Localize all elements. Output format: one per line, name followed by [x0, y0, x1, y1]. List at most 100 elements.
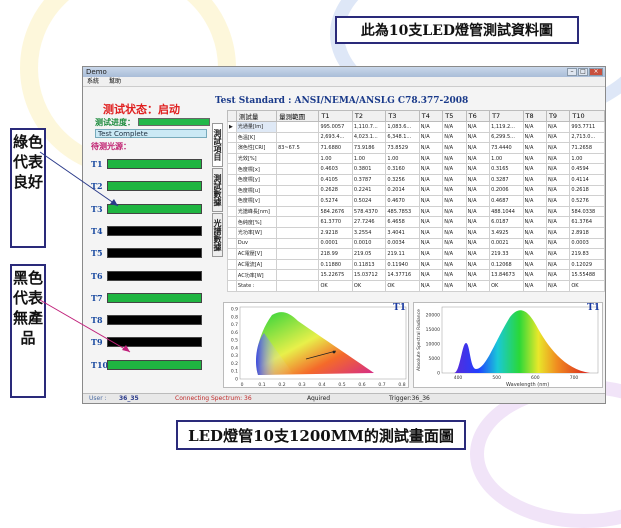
menu-system[interactable]: 系統 [87, 78, 99, 85]
table-cell [227, 269, 237, 281]
tube-label: T8 [91, 315, 103, 326]
table-cell: ▶ [227, 121, 237, 133]
table-cell: N/A [522, 248, 547, 260]
status-user-label: User : [89, 395, 107, 402]
table-row[interactable]: AC功率[W] 15.22675 15.03712 14.37716 N/A N/A N/A… [227, 269, 605, 281]
close-button[interactable]: × [589, 68, 603, 76]
table-row[interactable]: 色度標[x] 0.4603 0.3801 0.3160 N/A N/A N/A 0.3165 N… [227, 163, 605, 175]
tab-spectrum-data[interactable]: 光譜數據 [212, 213, 223, 257]
table-cell: N/A [418, 248, 444, 260]
tube-row-t5: T5 [91, 246, 202, 260]
table-cell: N/A [545, 163, 571, 175]
table-header-cell[interactable]: T7 [489, 110, 524, 122]
table-cell [227, 279, 237, 292]
spectrum-xlabel: Wavelength (nm) [506, 382, 549, 388]
table-cell: N/A [442, 269, 467, 281]
table-cell: N/A [465, 258, 491, 271]
table-cell: 0.3287 [489, 173, 524, 186]
tick-label: 0 [241, 382, 244, 388]
table-row[interactable]: AC電流[A] 0.11880 0.11813 0.11940 N/A N/A N/A 0.1… [227, 258, 605, 271]
table-header-cell[interactable]: T4 [418, 110, 444, 122]
table-cell: 2.9218 [318, 226, 353, 239]
table-header-cell[interactable]: 测試量 [235, 110, 278, 122]
table-cell: N/A [522, 121, 547, 133]
minimize-button[interactable]: – [567, 68, 577, 76]
table-cell [276, 216, 320, 228]
tick-label: 0.5 [338, 382, 345, 388]
table-cell: N/A [522, 195, 547, 207]
status-connecting: Connecting Spectrum: 36 [175, 395, 252, 402]
tube-indicator-good [107, 159, 202, 169]
table-cell: N/A [465, 195, 491, 207]
table-row[interactable]: 色純度[%] 61.3770 27.7246 6.4658 N/A N/A N/A 6.018… [227, 216, 605, 228]
table-cell: 0.3787 [351, 173, 387, 186]
table-row[interactable]: 演色性[CRI] 83~67.5 71.6880 73.9186 73.8529 N/A N… [227, 142, 605, 154]
table-header-cell[interactable]: T3 [385, 110, 420, 122]
table-cell: N/A [465, 152, 491, 165]
tube-label: T6 [91, 270, 103, 281]
table-cell: 73.9186 [351, 142, 387, 154]
note-green-good: 綠色代表良好 [10, 128, 46, 248]
table-cell: N/A [465, 184, 491, 197]
table-cell: 6.4658 [385, 216, 420, 228]
table-row[interactable]: AC電壓[V] 218.99 219.05 219.11 N/A N/A N/A 219.33… [227, 248, 605, 260]
table-cell: Duv [235, 237, 278, 250]
table-cell: OK [569, 279, 605, 292]
table-cell: 0.12068 [489, 258, 524, 271]
table-header-cell[interactable]: T9 [545, 110, 571, 122]
table-cell [276, 163, 320, 175]
table-cell: OK [318, 279, 353, 292]
table-cell: 0.11880 [318, 258, 353, 271]
table-row[interactable]: Duv 0.0001 0.0010 0.0034 N/A N/A N/A 0.0021 N/A N… [227, 237, 605, 250]
table-row[interactable]: 色度標[y] 0.4105 0.3787 0.3256 N/A N/A N/A 0.3287 N… [227, 173, 605, 186]
table-header-cell[interactable]: T8 [522, 110, 547, 122]
table-row[interactable]: 光譜峰長[nm] 584.2676 578.4370 485.7853 N/A N/A N/… [227, 205, 605, 218]
table-cell: 3.4925 [489, 226, 524, 239]
table-cell: N/A [465, 131, 491, 144]
table-header-cell[interactable]: T1 [318, 110, 353, 122]
table-row[interactable]: 色度標[v] 0.5274 0.5024 0.4670 N/A N/A N/A 0.4687 N… [227, 195, 605, 207]
table-cell: N/A [545, 216, 571, 228]
table-header-cell[interactable]: T10 [569, 110, 605, 122]
table-row[interactable]: State : OK OK OK N/A N/A N/A OK N/A N/A OK [227, 279, 605, 292]
table-cell: OK [351, 279, 387, 292]
tube-label: T1 [91, 159, 103, 169]
tube-label: T3 [91, 203, 103, 214]
table-row[interactable]: ▶ 光通量[lm] 995.0057 1,110.7... 1,083.6... N/A N… [227, 121, 605, 133]
table-header-cell[interactable]: T5 [442, 110, 467, 122]
table-header-cell[interactable]: T2 [351, 110, 387, 122]
tick-label: 5000 [429, 356, 441, 362]
table-cell: 0.2014 [385, 184, 420, 197]
table-row[interactable]: 色度標[u] 0.2628 0.2241 0.2014 N/A N/A N/A 0.2006 N… [227, 184, 605, 197]
table-cell: N/A [545, 131, 571, 144]
table-row[interactable]: 色溫[K] 2,693.4... 4,023.1... 6,348.1... N/A N/… [227, 131, 605, 144]
tube-indicator-good [107, 292, 202, 303]
maximize-button[interactable]: □ [578, 68, 588, 76]
tube-row-t7: T7 [91, 291, 202, 305]
progress-bar [138, 118, 210, 126]
tube-indicator-none [107, 248, 202, 259]
table-cell [227, 205, 237, 218]
table-cell: 1.00 [569, 152, 605, 165]
table-header-cell[interactable]: T6 [465, 110, 491, 122]
table-cell [276, 131, 320, 144]
table-cell: N/A [522, 279, 547, 292]
table-cell: 光效[%] [235, 152, 278, 165]
table-cell: 0.3165 [489, 163, 524, 175]
table-row[interactable]: 光效[%] 1.00 1.00 1.00 N/A N/A N/A 1.00 N/A N/A 1.00 [227, 152, 605, 165]
table-cell [227, 131, 237, 144]
table-header-cell[interactable] [227, 110, 237, 122]
table-cell: N/A [442, 248, 467, 260]
tab-test-data[interactable]: 測試數據 [212, 168, 223, 212]
tube-label: T7 [91, 292, 103, 303]
table-cell: 0.5024 [351, 195, 387, 207]
table-cell: N/A [442, 184, 467, 197]
table-cell [227, 173, 237, 186]
table-cell: 0.3160 [385, 163, 420, 175]
tab-test-items[interactable]: 測試項目 [212, 123, 223, 167]
table-header-cell[interactable]: 量測範圍 [276, 110, 320, 122]
table-cell [276, 184, 320, 197]
spectrum-chart: Absolute Spectral Radiance Wavelength (n… [413, 302, 603, 388]
menu-help[interactable]: 幫助 [109, 78, 121, 85]
table-row[interactable]: 光功率[W] 2.9218 3.2554 3.4041 N/A N/A N/A 3.4925 N… [227, 226, 605, 239]
